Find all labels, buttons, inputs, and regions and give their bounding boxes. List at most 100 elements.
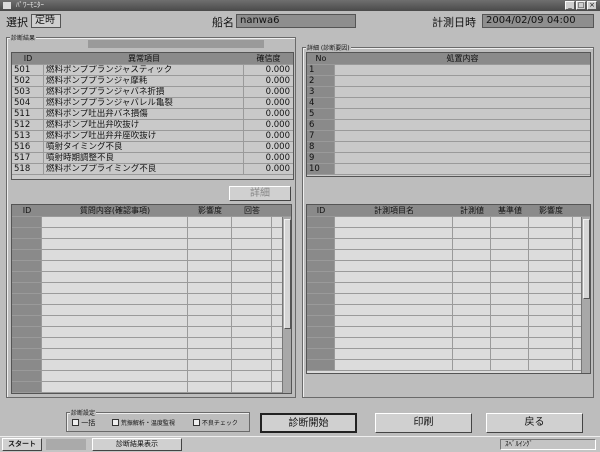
action-row[interactable]: 8 [307, 142, 590, 153]
question-cell [12, 382, 42, 392]
question-cell [12, 217, 42, 227]
measure-row[interactable] [307, 261, 590, 272]
question-row[interactable] [12, 250, 291, 261]
measure-row[interactable] [307, 327, 590, 338]
minimize-button[interactable]: _ [565, 1, 575, 10]
action-content [335, 76, 590, 86]
result-row[interactable]: 504 燃料ポンププランジャバレル亀裂 0.000 [12, 98, 293, 109]
measure-cell [335, 250, 453, 260]
question-row[interactable] [12, 217, 291, 228]
measure-row[interactable] [307, 228, 590, 239]
question-row[interactable] [12, 316, 291, 327]
question-row[interactable] [12, 382, 291, 393]
measure-cell [335, 338, 453, 348]
measure-row[interactable] [307, 283, 590, 294]
result-row[interactable]: 502 燃料ポンププランジャ摩耗 0.000 [12, 76, 293, 87]
question-row[interactable] [12, 327, 291, 338]
result-item: 燃料ポンププランジャ摩耗 [44, 76, 244, 86]
measure-row[interactable] [307, 316, 590, 327]
question-row[interactable] [12, 338, 291, 349]
question-cell [12, 316, 42, 326]
question-row[interactable] [12, 228, 291, 239]
measure-cell [453, 261, 491, 271]
option-all[interactable]: 一括 [72, 418, 95, 428]
taskbar: スタート 診断結果表示 ｽﾍﾞﾙｲﾝｸﾞ [0, 436, 600, 452]
measure-row[interactable] [307, 250, 590, 261]
question-row[interactable] [12, 272, 291, 283]
question-cell [232, 327, 272, 337]
action-row[interactable]: 5 [307, 109, 590, 120]
question-row[interactable] [12, 305, 291, 316]
option-check[interactable]: 不良チェック [193, 418, 238, 428]
task-button[interactable]: 診断結果表示 [92, 438, 182, 451]
question-row[interactable] [12, 371, 291, 382]
question-scrollbar[interactable] [282, 217, 291, 393]
question-cell [42, 360, 188, 370]
action-row[interactable]: 2 [307, 76, 590, 87]
measure-cell [529, 283, 573, 293]
checkbox-icon[interactable] [193, 419, 200, 426]
question-cell [42, 294, 188, 304]
result-row[interactable]: 511 燃料ポンプ吐出弁バネ損傷 0.000 [12, 109, 293, 120]
question-cell [232, 349, 272, 359]
action-row[interactable]: 1 [307, 65, 590, 76]
quick-launch[interactable] [46, 439, 86, 450]
action-row[interactable]: 10 [307, 164, 590, 175]
detail-button[interactable]: 詳細 [229, 186, 291, 201]
question-row[interactable] [12, 283, 291, 294]
measure-row[interactable] [307, 272, 590, 283]
start-button[interactable]: スタート [2, 438, 42, 451]
option-all-label: 一括 [81, 419, 96, 427]
measure-row[interactable] [307, 360, 590, 371]
option-analysis[interactable]: 荒振解析・温度監視 [112, 418, 175, 428]
question-scroll-thumb[interactable] [284, 219, 291, 329]
measure-scroll-thumb[interactable] [583, 219, 590, 299]
action-row[interactable]: 6 [307, 120, 590, 131]
result-row[interactable]: 501 燃料ポンププランジャスティック 0.000 [12, 65, 293, 76]
result-row[interactable]: 516 噴射タイミング不良 0.000 [12, 142, 293, 153]
measure-row[interactable] [307, 294, 590, 305]
question-row[interactable] [12, 349, 291, 360]
measure-row[interactable] [307, 349, 590, 360]
checkbox-icon[interactable] [112, 419, 119, 426]
measure-cell [335, 283, 453, 293]
start-diagnosis-button[interactable]: 診断開始 [260, 413, 357, 433]
action-content [335, 131, 590, 141]
question-row[interactable] [12, 294, 291, 305]
print-button[interactable]: 印刷 [375, 413, 472, 433]
ship-name-field: nanwa6 [236, 14, 356, 28]
measure-cell [529, 294, 573, 304]
action-row[interactable]: 4 [307, 98, 590, 109]
measure-row[interactable] [307, 338, 590, 349]
measure-cell [529, 250, 573, 260]
measure-row[interactable] [307, 305, 590, 316]
action-row[interactable]: 9 [307, 153, 590, 164]
result-item: 噴射時期調整不良 [44, 153, 244, 163]
result-row[interactable]: 513 燃料ポンプ吐出弁弁座吹抜け 0.000 [12, 131, 293, 142]
action-row[interactable]: 7 [307, 131, 590, 142]
measure-cell [307, 360, 335, 370]
action-no: 7 [307, 131, 335, 141]
measure-row[interactable] [307, 239, 590, 250]
question-row[interactable] [12, 239, 291, 250]
result-row[interactable]: 512 燃料ポンプ吐出弁吹抜け 0.000 [12, 120, 293, 131]
measure-cell [491, 239, 529, 249]
result-row[interactable]: 503 燃料ポンププランジャバネ折損 0.000 [12, 87, 293, 98]
checkbox-icon[interactable] [72, 419, 79, 426]
result-row[interactable]: 518 燃料ポンププライミング不良 0.000 [12, 164, 293, 175]
question-row[interactable] [12, 360, 291, 371]
maximize-button[interactable]: □ [576, 1, 586, 10]
col-header-mid: ID [316, 206, 326, 215]
question-row[interactable] [12, 261, 291, 272]
measure-cell [335, 327, 453, 337]
measure-scrollbar[interactable] [581, 217, 590, 373]
measure-row[interactable] [307, 217, 590, 228]
select-dropdown[interactable]: 定時 [31, 14, 61, 28]
action-row[interactable]: 3 [307, 87, 590, 98]
result-row[interactable]: 517 噴射時期調整不良 0.000 [12, 153, 293, 164]
back-button[interactable]: 戻る [486, 413, 583, 433]
measure-cell [335, 360, 453, 370]
measure-cell [529, 239, 573, 249]
question-cell [188, 382, 232, 392]
close-button[interactable]: × [587, 1, 597, 10]
